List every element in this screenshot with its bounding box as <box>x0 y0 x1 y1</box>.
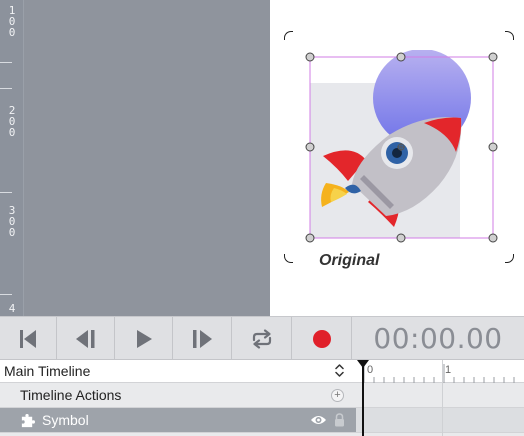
corner-mark-top-right <box>505 31 514 40</box>
record-icon <box>312 329 331 348</box>
loop-icon <box>252 328 271 349</box>
ruler-label-400: 4 <box>8 302 16 315</box>
step-forward-icon <box>193 329 212 348</box>
ruler-label-300: 3 0 0 <box>8 204 16 239</box>
add-action-button[interactable]: + <box>331 389 344 402</box>
editor-area: 1 0 0 2 0 0 3 0 0 4 Original <box>0 0 524 316</box>
timeline-track-area[interactable]: 0 1 <box>356 360 524 436</box>
transport-bar: 00:00.00 <box>0 316 524 360</box>
resize-handle-top-right[interactable] <box>488 52 498 62</box>
symbol-track[interactable] <box>356 408 524 433</box>
resize-handle-bottom-left[interactable] <box>305 233 315 243</box>
puzzle-piece-icon <box>20 413 35 428</box>
timeline-panel: Main Timeline Timeline Actions + Symbol … <box>0 360 524 436</box>
canvas-pasteboard <box>24 0 270 316</box>
eye-icon[interactable] <box>310 414 327 426</box>
timeline-actions-row[interactable]: Timeline Actions + <box>0 383 356 408</box>
ruler-tick <box>0 88 12 89</box>
actions-track[interactable] <box>356 383 524 408</box>
resize-handle-bottom-right[interactable] <box>488 233 498 243</box>
timeline-actions-label: Timeline Actions <box>20 387 122 403</box>
stage-canvas[interactable]: Original <box>270 0 524 316</box>
timeline-selector-chevron-icon[interactable] <box>335 363 344 378</box>
play-button[interactable] <box>115 317 173 360</box>
timecode-display: 00:00.00 <box>373 322 503 355</box>
playhead[interactable] <box>362 364 364 436</box>
ruler-label-100: 1 0 0 <box>8 4 16 39</box>
play-icon <box>136 329 152 348</box>
ruler-label-200: 2 0 0 <box>8 104 16 139</box>
main-timeline-label: Main Timeline <box>4 363 91 379</box>
loop-button[interactable] <box>232 317 292 360</box>
time-ruler[interactable]: 0 1 <box>356 360 524 383</box>
playhead-marker-icon[interactable] <box>357 360 369 369</box>
resize-handle-right[interactable] <box>488 142 498 152</box>
resize-handle-top[interactable] <box>396 52 406 62</box>
second-gridline <box>442 360 443 436</box>
step-backward-button[interactable] <box>57 317 115 360</box>
time-ruler-ticks <box>363 364 515 383</box>
corner-mark-bottom-right <box>505 254 514 263</box>
corner-mark-top-left <box>284 31 293 40</box>
skip-to-start-icon <box>20 329 36 348</box>
main-timeline-row[interactable]: Main Timeline <box>0 360 356 383</box>
symbol-artwork[interactable] <box>304 50 499 245</box>
skip-to-start-button[interactable] <box>0 317 57 360</box>
resize-handle-top-left[interactable] <box>305 52 315 62</box>
ruler-tick <box>0 62 12 63</box>
record-button[interactable] <box>292 317 352 360</box>
resize-handle-left[interactable] <box>305 142 315 152</box>
step-backward-icon <box>75 329 94 348</box>
step-forward-button[interactable] <box>173 317 232 360</box>
corner-mark-bottom-left <box>284 254 293 263</box>
resize-handle-bottom[interactable] <box>396 233 406 243</box>
ruler-tick <box>0 294 12 295</box>
vertical-ruler: 1 0 0 2 0 0 3 0 0 4 <box>0 0 24 316</box>
symbol-layer-row[interactable]: Symbol <box>0 408 356 433</box>
stage-caption: Original <box>319 252 380 269</box>
symbol-layer-label: Symbol <box>42 412 89 428</box>
lock-icon[interactable] <box>334 413 345 427</box>
ruler-tick <box>0 192 12 193</box>
